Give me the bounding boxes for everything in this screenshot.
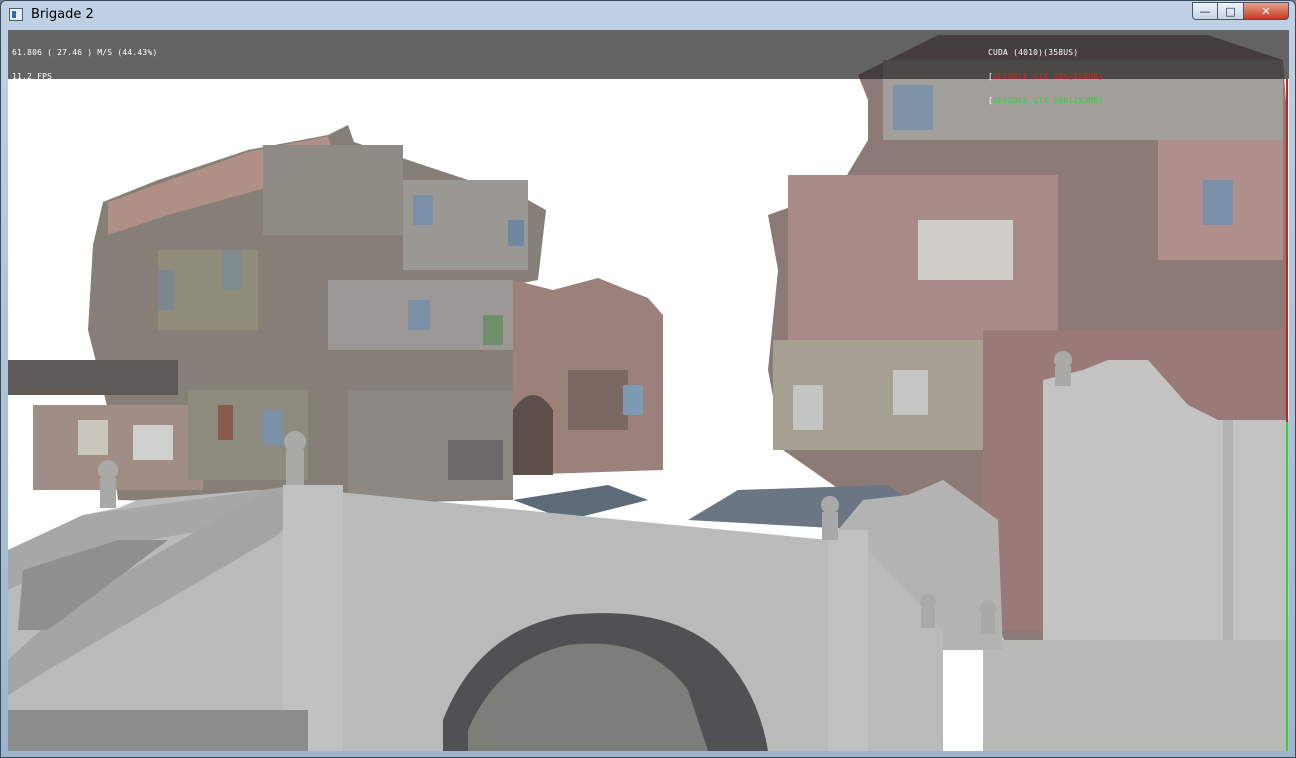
- caption-buttons: — □ ✕: [1192, 2, 1289, 21]
- gpu-red: GEFORCE GTX 590(268MB): [993, 72, 1104, 81]
- rendered-scene: [8, 30, 1289, 751]
- render-viewport[interactable]: 61.806 ( 27.46 ) M/S (44.43%) 11.2 FPS S…: [8, 30, 1289, 751]
- minimize-button[interactable]: —: [1192, 2, 1218, 20]
- stat-app: APP 89710US BRIGADE 1US: [12, 120, 128, 129]
- stat-fps: 11.2 FPS: [12, 72, 53, 81]
- maximize-button[interactable]: □: [1218, 2, 1244, 20]
- app-icon[interactable]: [9, 8, 23, 21]
- stat-scene: SCENE 0US: [12, 96, 58, 105]
- stat-cuda: CUDA (4010)(358US): [988, 48, 1079, 57]
- gpu-load-bar-green: [1286, 422, 1288, 751]
- gpu-line-1: [GEFORCE GTX 590(268MB): [988, 72, 1104, 81]
- window-title: Brigade 2: [31, 7, 94, 22]
- gpu-green: GEFORCE GTX 590(253MB): [993, 96, 1104, 105]
- stat-throughput: 61.806 ( 27.46 ) M/S (44.43%): [12, 48, 158, 57]
- stats-left: 61.806 ( 27.46 ) M/S (44.43%) 11.2 FPS S…: [12, 33, 157, 169]
- stats-right: CUDA (4010)(358US) [GEFORCE GTX 590(268M…: [988, 33, 1103, 121]
- app-window: Brigade 2 — □ ✕ 61.806 (27.46) M/S (44…: [0, 0, 1296, 758]
- stat-prims: PRIMS 551365 AREA 0: [12, 144, 108, 153]
- gpu-line-2: [GEFORCE GTX 590(253MB): [988, 96, 1104, 105]
- stats-overlay: 61.806 ( 27.46 ) M/S (44.43%) 11.2 FPS S…: [8, 30, 1289, 153]
- gpu-load-bar-red: [1286, 79, 1288, 422]
- close-button[interactable]: ✕: [1244, 2, 1289, 20]
- middle-building: [513, 278, 663, 475]
- title-bar[interactable]: Brigade 2 — □ ✕: [1, 1, 1295, 29]
